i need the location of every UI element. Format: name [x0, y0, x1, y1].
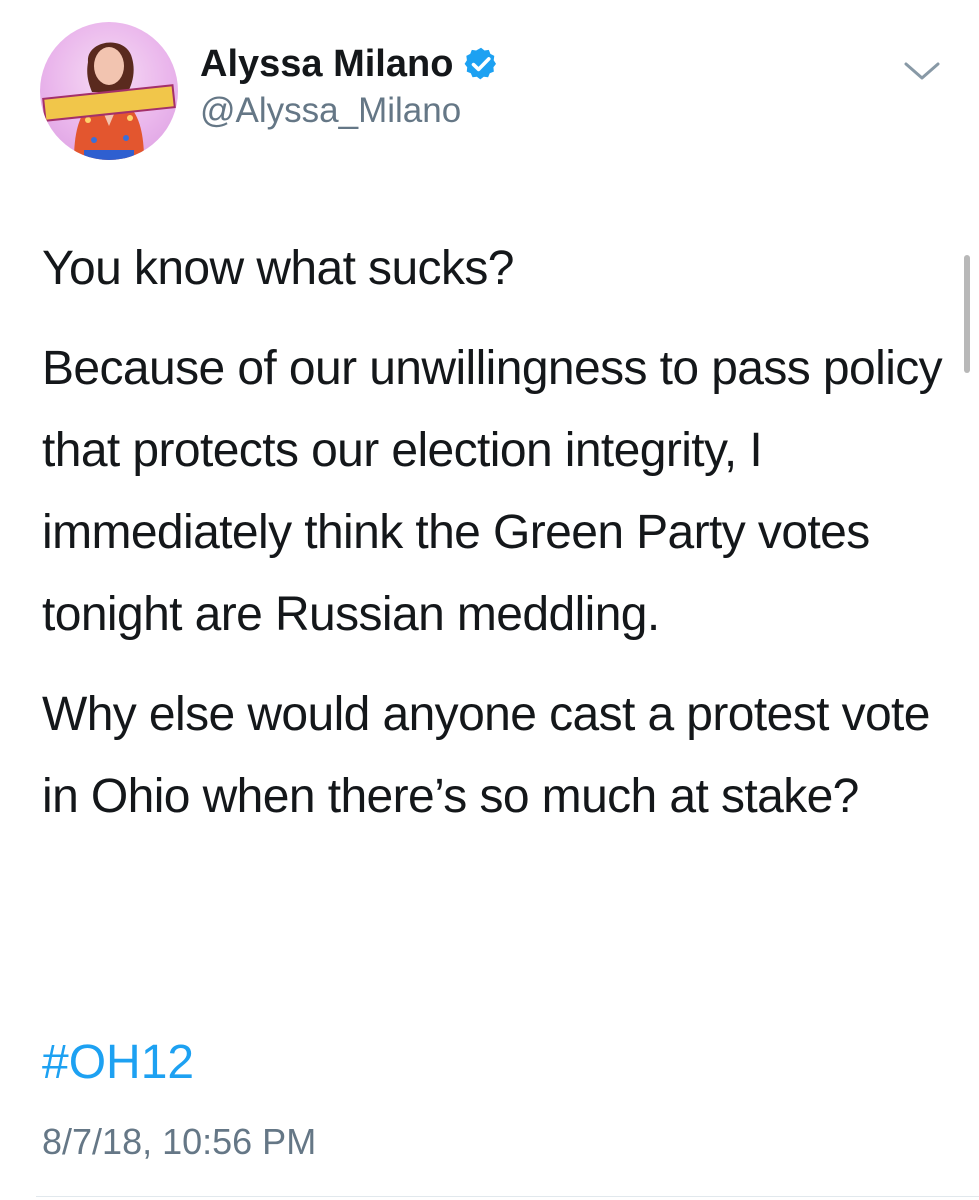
- timestamp[interactable]: 8/7/18, 10:56 PM: [42, 1118, 316, 1166]
- tweet-card: Alyssa Milano @Alyssa_Milano You know wh…: [0, 0, 979, 1200]
- tweet-paragraph: Because of our unwillingness to pass pol…: [42, 342, 943, 641]
- avatar-image: [42, 42, 176, 160]
- handle[interactable]: @Alyssa_Milano: [200, 90, 461, 132]
- chevron-down-icon[interactable]: [902, 58, 942, 84]
- tweet-paragraph: You know what sucks?: [42, 242, 514, 295]
- hashtag-link[interactable]: #OH12: [42, 1028, 194, 1098]
- tweet-text: You know what sucks? Because of our unwi…: [42, 228, 952, 856]
- verified-badge-icon: [464, 47, 497, 80]
- divider: [36, 1196, 979, 1197]
- tweet-paragraph: Why else would anyone cast a protest vot…: [42, 688, 931, 823]
- avatar[interactable]: [40, 22, 178, 160]
- display-name[interactable]: Alyssa Milano: [200, 42, 453, 86]
- scrollbar[interactable]: [964, 255, 970, 373]
